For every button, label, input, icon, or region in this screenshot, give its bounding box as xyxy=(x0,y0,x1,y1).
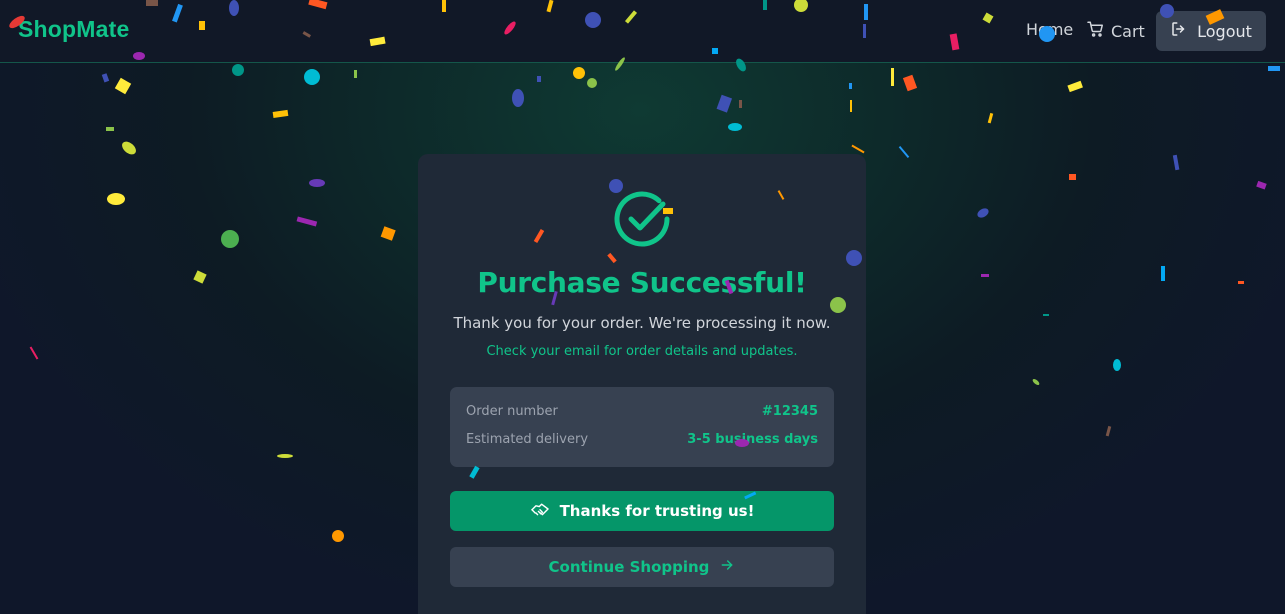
order-number-label: Order number xyxy=(466,404,558,419)
order-number-row: Order number #12345 xyxy=(466,404,818,422)
arrow-right-icon xyxy=(719,557,735,577)
order-number-value: #12345 xyxy=(761,404,818,419)
logout-label: Logout xyxy=(1197,21,1252,41)
delivery-value: 3-5 business days xyxy=(687,432,818,447)
continue-shopping-button[interactable]: Continue Shopping xyxy=(450,547,834,587)
cart-icon xyxy=(1086,20,1105,42)
delivery-row: Estimated delivery 3-5 business days xyxy=(466,432,818,450)
logout-button[interactable]: Logout xyxy=(1156,11,1266,51)
check-circle-icon xyxy=(611,188,673,250)
email-hint: Check your email for order details and u… xyxy=(486,344,798,359)
nav-link-home-label: Home xyxy=(1026,20,1074,39)
page-title: Purchase Successful! xyxy=(477,266,807,299)
confirmation-message: Thank you for your order. We're processi… xyxy=(453,314,831,332)
nav-link-cart[interactable]: Cart xyxy=(1086,20,1145,42)
nav-link-cart-label: Cart xyxy=(1111,21,1145,41)
success-card: Purchase Successful! Thank you for your … xyxy=(418,154,866,614)
brand-logo[interactable]: ShopMate xyxy=(18,16,130,43)
order-details-panel: Order number #12345 Estimated delivery 3… xyxy=(450,387,834,467)
thanks-button[interactable]: Thanks for trusting us! xyxy=(450,491,834,531)
nav-link-home[interactable]: Home xyxy=(1026,20,1073,39)
delivery-label: Estimated delivery xyxy=(466,432,589,447)
navbar: ShopMate Home Cart Logout xyxy=(0,0,1285,63)
thanks-button-label: Thanks for trusting us! xyxy=(559,502,755,520)
continue-shopping-label: Continue Shopping xyxy=(548,558,710,576)
handshake-icon xyxy=(530,501,550,521)
logout-icon xyxy=(1170,20,1188,42)
